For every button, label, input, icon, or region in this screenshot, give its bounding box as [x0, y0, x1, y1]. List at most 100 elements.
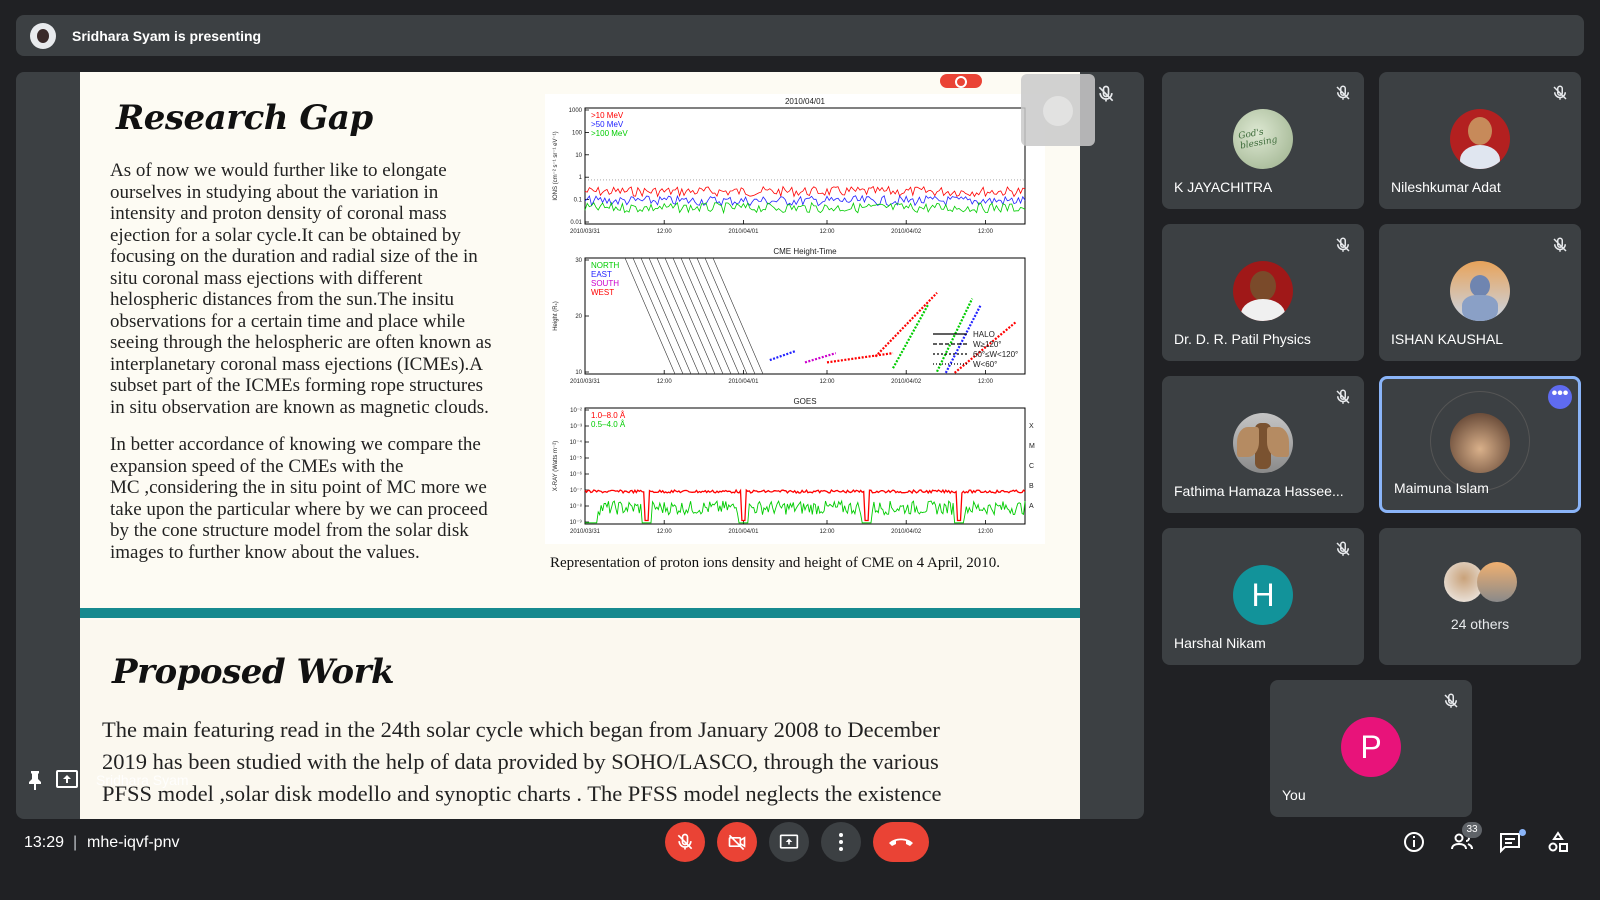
x-tick-label: 12:00	[978, 229, 994, 235]
x-tick-label: 2010/04/01	[728, 379, 759, 385]
mic-off-icon	[1553, 237, 1567, 252]
research-gap-paragraph-1: As of now we would further like to elong…	[110, 160, 492, 418]
y-tick-label: 1000	[569, 108, 583, 114]
more-options-button[interactable]	[821, 822, 861, 862]
participant-name: Nileshkumar Adat	[1391, 179, 1501, 195]
data-gap-hatch	[680, 257, 732, 375]
plot-title: CME Height-Time	[773, 247, 837, 256]
participant-tile-nileshkumar-adat[interactable]: Nileshkumar Adat	[1379, 72, 1581, 209]
participant-name: Fathima Hamaza Hassee...	[1174, 483, 1344, 499]
more-options-icon[interactable]: •••	[1548, 385, 1572, 409]
y-tick-label: 10⁻³	[570, 424, 582, 430]
present-screen-icon	[779, 834, 799, 849]
legend-entry: >50 MeV	[591, 120, 624, 129]
mic-toggle-button[interactable]	[665, 822, 705, 862]
pin-icon[interactable]	[26, 770, 44, 790]
y-tick-label: 10⁻²	[570, 408, 582, 414]
legend-entry: WEST	[591, 288, 614, 297]
avatar	[1477, 562, 1517, 602]
y-tick-label: 10⁻⁴	[570, 439, 583, 446]
x-tick-label: 2010/04/02	[891, 379, 922, 385]
x-tick-label: 2010/03/31	[570, 529, 601, 535]
present-now-button[interactable]	[769, 822, 809, 862]
legend-entry: 0.5–4.0 Å	[591, 420, 626, 429]
plot-frame	[584, 257, 1026, 375]
people-count-badge: 33	[1462, 822, 1482, 838]
others-count-label: 24 others	[1450, 616, 1510, 632]
participant-tile-maimuna-islam[interactable]: ••• Maimuna Islam	[1379, 376, 1581, 513]
y-tick-label: 10	[575, 153, 582, 159]
y-tick-label: 100	[572, 130, 583, 136]
avatar: P	[1341, 717, 1401, 777]
x-tick-label: 12:00	[657, 379, 673, 385]
right-tick-label: C	[1029, 463, 1034, 470]
activities-icon[interactable]	[1546, 830, 1570, 854]
y-tick-label: 30	[575, 258, 582, 264]
camera-toggle-button[interactable]	[717, 822, 757, 862]
self-tile[interactable]: P You	[1270, 680, 1472, 817]
avatar	[1450, 413, 1510, 473]
plot-ylabel: X-RAY (Watts m⁻²)	[553, 441, 559, 491]
mic-off-icon	[1098, 85, 1114, 102]
y-tick-label: 20	[575, 314, 582, 320]
legend-entry: HALO	[973, 330, 995, 339]
presenter-avatar	[30, 22, 56, 49]
participant-name: You	[1282, 787, 1306, 803]
data-gap-hatch	[632, 257, 684, 375]
legend-entry: 1.0–8.0 Å	[591, 411, 626, 420]
mic-off-icon	[1336, 389, 1350, 404]
plot-ylabel: IONS (cm⁻² s⁻¹ sr⁻¹ eV⁻¹)	[553, 131, 559, 200]
figure-caption: Representation of proton ions density an…	[550, 555, 1000, 571]
self-view-thumbnail	[1021, 74, 1095, 146]
presentation-stage[interactable]: Research Gap As of now we would further …	[16, 72, 1144, 819]
others-tile[interactable]: 24 others	[1379, 528, 1581, 665]
y-tick-label: 0.01	[570, 220, 582, 226]
mic-off-icon	[677, 833, 693, 850]
presenter-name-label: Sridhara Syam	[96, 772, 189, 788]
separator: |	[73, 834, 78, 851]
cme-track	[826, 352, 894, 364]
mic-off-icon	[1444, 693, 1458, 708]
x-tick-label: 2010/03/31	[570, 379, 601, 385]
legend-entry: SOUTH	[591, 279, 619, 288]
avatar	[1233, 261, 1293, 321]
present-screen-icon[interactable]	[56, 770, 78, 788]
y-tick-label: 0.1	[574, 198, 583, 204]
participant-tile-harshal-nikam[interactable]: H Harshal Nikam	[1162, 528, 1364, 665]
x-tick-label: 2010/04/01	[728, 229, 759, 235]
data-gap-hatch	[704, 257, 756, 375]
end-call-icon	[889, 838, 913, 846]
right-tick-label: B	[1029, 483, 1034, 490]
participant-name: ISHAN KAUSHAL	[1391, 331, 1504, 347]
record-indicator	[940, 74, 982, 88]
xray-long-series	[584, 488, 1026, 522]
shared-slide: Research Gap As of now we would further …	[80, 72, 1080, 819]
x-tick-label: 12:00	[819, 379, 835, 385]
legend-entry: W≥120°	[973, 340, 1002, 349]
leave-call-button[interactable]	[873, 822, 929, 862]
data-gap-hatch	[656, 257, 708, 375]
x-tick-label: 12:00	[978, 529, 994, 535]
participant-tile-fathima[interactable]: Fathima Hamaza Hassee...	[1162, 376, 1364, 513]
data-gap-hatch	[672, 257, 724, 375]
y-tick-label: 10⁻⁵	[570, 455, 583, 462]
participant-tile-k-jayachitra[interactable]: God's blessing K JAYACHITRA	[1162, 72, 1364, 209]
participant-tile-ishan-kaushal[interactable]: ISHAN KAUSHAL	[1379, 224, 1581, 361]
cme-track	[892, 303, 930, 369]
right-tick-label: X	[1029, 423, 1034, 430]
y-tick-label: 10	[575, 370, 582, 376]
chat-notification-dot	[1519, 829, 1526, 836]
x-tick-label: 12:00	[978, 379, 994, 385]
legend-entry: >10 MeV	[591, 111, 624, 120]
right-tick-label: M	[1029, 443, 1035, 450]
avatar: H	[1233, 565, 1293, 625]
meeting-details-icon[interactable]	[1402, 830, 1426, 854]
participant-name: K JAYACHITRA	[1174, 179, 1273, 195]
participant-tile-dr-patil[interactable]: Dr. D. R. Patil Physics	[1162, 224, 1364, 361]
plot-frame	[584, 407, 1026, 525]
y-tick-label: 10⁻⁷	[570, 487, 582, 494]
x-tick-label: 12:00	[819, 529, 835, 535]
avatar	[1450, 109, 1510, 169]
cme-track	[936, 298, 974, 373]
legend-entry: 60°≤W<120°	[973, 350, 1018, 359]
